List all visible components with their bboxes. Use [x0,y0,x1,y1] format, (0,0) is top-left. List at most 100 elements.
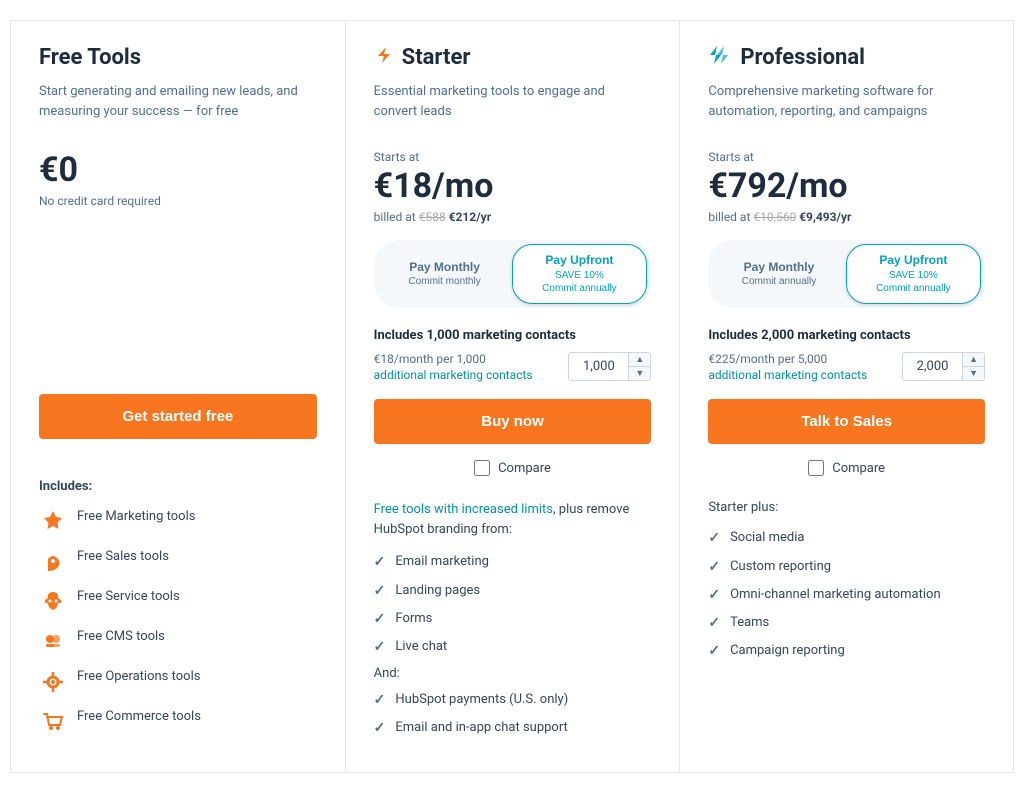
contacts-row-professional: €225/month per 5,000 additional marketin… [708,351,985,384]
feature-text-marketing: Free Marketing tools [77,508,195,526]
plan-title-starter: Starter [402,45,471,70]
plan-title-free: Free Tools [39,45,141,70]
check-pro-text-3: Omni-channel marketing automation [730,586,941,604]
contacts-price-starter: €18/month per 1,000 [374,351,533,368]
check-icon-2: ✓ [374,583,386,599]
pricing-grid: Free Tools Start generating and emailing… [0,0,1024,793]
price-billed-free: No credit card required [39,194,317,208]
check-text-4: Live chat [395,638,447,656]
feature-operations: Free Operations tools [39,668,317,696]
contacts-value-professional: 2,000 [903,353,963,380]
feature-text-sales: Free Sales tools [77,548,169,566]
cta-button-free[interactable]: Get started free [39,394,317,439]
pay-upfront-starter[interactable]: Pay Upfront SAVE 10% Commit annually [512,244,648,304]
marketing-icon [39,508,67,536]
spinner-up-starter[interactable]: ▲ [629,353,650,367]
check-pro-icon-1: ✓ [708,530,720,546]
check-icon-3: ✓ [374,611,386,627]
price-billed-starter: billed at €588 €212/yr [374,210,652,224]
compare-checkbox-starter[interactable] [474,460,490,476]
starts-at-starter: Starts at [374,150,652,164]
contacts-label-starter: Includes 1,000 marketing contacts [374,328,652,343]
billing-toggle-professional: Pay Monthly Commit annually Pay Upfront … [708,240,985,308]
feature-sales: Free Sales tools [39,548,317,576]
price-strike-starter: €588 [419,210,446,224]
compare-checkbox-professional[interactable] [808,460,824,476]
feature-text-commerce: Free Commerce tools [77,708,201,726]
check-pro-icon-4: ✓ [708,615,720,631]
cms-icon [39,628,67,656]
check-icon-5: ✓ [374,692,386,708]
contacts-link-starter[interactable]: additional marketing contacts [374,368,533,382]
compare-label-professional: Compare [832,461,885,476]
pay-upfront-professional[interactable]: Pay Upfront SAVE 10% Commit annually [846,244,981,304]
check-pro-text-4: Teams [730,614,769,632]
features-starter: Free tools with increased limits, plus r… [374,500,652,747]
and-label-starter: And: [374,666,652,681]
contacts-label-professional: Includes 2,000 marketing contacts [708,328,985,343]
spinner-up-professional[interactable]: ▲ [963,353,984,367]
spinner-down-starter[interactable]: ▼ [629,367,650,380]
spinner-down-professional[interactable]: ▼ [963,367,984,380]
plan-description-free: Start generating and emailing new leads,… [39,82,317,130]
pay-monthly-starter[interactable]: Pay Monthly Commit monthly [378,244,512,304]
contacts-spinner-starter: 1,000 ▲ ▼ [568,352,651,381]
features-free: Includes: Free Marketing tools [39,479,317,748]
plan-card-starter: Starter Essential marketing tools to eng… [345,20,680,773]
check-custom-reporting: ✓ Custom reporting [708,558,985,576]
cta-button-starter[interactable]: Buy now [374,399,652,444]
free-spacer [39,224,317,394]
contacts-section-starter: Includes 1,000 marketing contacts €18/mo… [374,328,652,384]
features-intro-link-starter[interactable]: Free tools with increased limits [374,502,553,517]
starter-plus-label: Starter plus: [708,500,985,515]
spinner-arrows-professional: ▲ ▼ [963,353,984,380]
contacts-spinner-professional: 2,000 ▲ ▼ [902,352,985,381]
contacts-value-starter: 1,000 [569,353,629,380]
check-pro-icon-2: ✓ [708,559,720,575]
feature-text-operations: Free Operations tools [77,668,200,686]
check-landing-pages: ✓ Landing pages [374,582,652,600]
plan-card-free: Free Tools Start generating and emailing… [10,20,345,773]
compare-row-starter: Compare [374,460,652,476]
check-campaign-reporting: ✓ Campaign reporting [708,642,985,660]
check-icon-1: ✓ [374,554,386,570]
starts-at-professional: Starts at [708,150,985,164]
check-text-5: HubSpot payments (U.S. only) [395,691,568,709]
check-email-marketing: ✓ Email marketing [374,553,652,571]
check-teams: ✓ Teams [708,614,985,632]
cta-button-professional[interactable]: Talk to Sales [708,399,985,444]
contacts-row-starter: €18/month per 1,000 additional marketing… [374,351,652,384]
compare-row-professional: Compare [708,460,985,476]
feature-service: Free Service tools [39,588,317,616]
plan-header-free: Free Tools [39,45,317,70]
includes-label-free: Includes: [39,479,317,494]
spinner-arrows-starter: ▲ ▼ [629,353,650,380]
features-professional: Starter plus: ✓ Social media ✓ Custom re… [708,500,985,747]
billing-toggle-starter: Pay Monthly Commit monthly Pay Upfront S… [374,240,652,308]
pay-monthly-professional[interactable]: Pay Monthly Commit annually [712,244,845,304]
feature-text-cms: Free CMS tools [77,628,165,646]
check-pro-text-2: Custom reporting [730,558,831,576]
feature-text-service: Free Service tools [77,588,180,606]
features-intro-starter: Free tools with increased limits, plus r… [374,500,652,539]
feature-commerce: Free Commerce tools [39,708,317,736]
check-forms: ✓ Forms [374,610,652,628]
starter-bolt-icon [374,45,394,70]
contacts-link-professional[interactable]: additional marketing contacts [708,368,867,382]
feature-cms: Free CMS tools [39,628,317,656]
plan-description-professional: Comprehensive marketing software for aut… [708,82,985,130]
contacts-section-professional: Includes 2,000 marketing contacts €225/m… [708,328,985,384]
check-social-media: ✓ Social media [708,529,985,547]
professional-bolt-icon [708,45,732,70]
check-icon-6: ✓ [374,720,386,736]
operations-icon [39,668,67,696]
check-pro-text-5: Campaign reporting [730,642,845,660]
sales-icon [39,548,67,576]
commerce-icon [39,708,67,736]
price-strike-professional: €10,560 [753,210,796,224]
price-value-starter: €212/yr [449,210,491,224]
check-pro-icon-5: ✓ [708,643,720,659]
feature-marketing: Free Marketing tools [39,508,317,536]
plan-header-starter: Starter [374,45,652,70]
plan-title-professional: Professional [740,45,865,70]
